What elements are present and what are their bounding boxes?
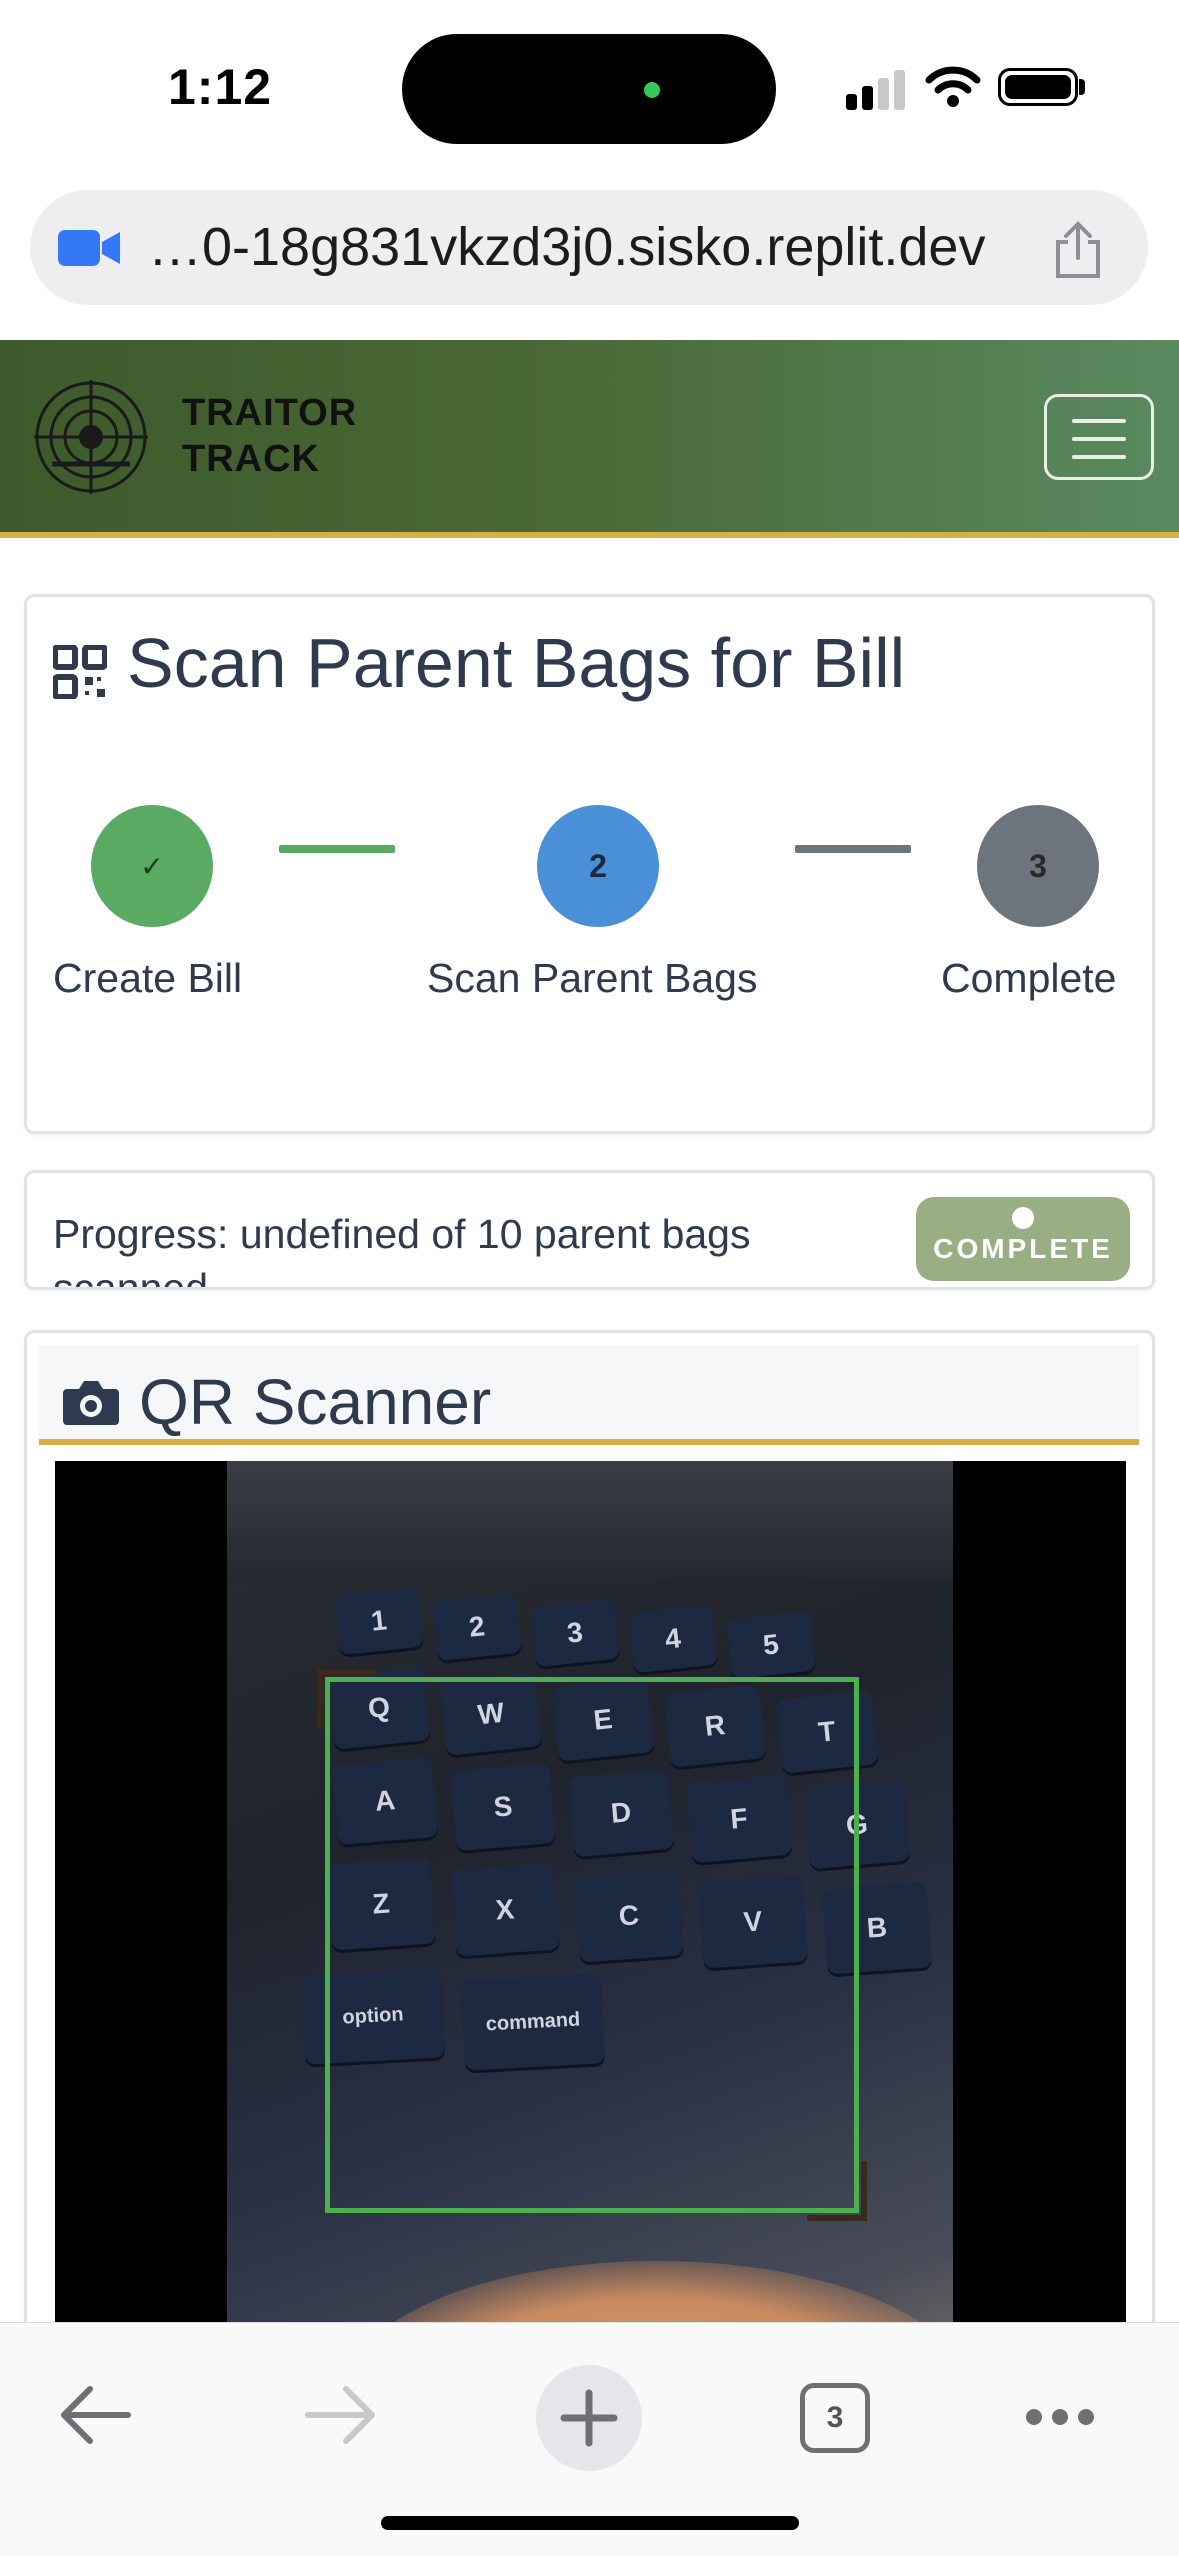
- address-bar[interactable]: …0-18g831vkzd3j0.sisko.replit.dev: [30, 190, 1148, 305]
- scan-corner-top-left: [317, 1669, 377, 1729]
- cellular-signal-icon: [846, 70, 906, 110]
- camera-active-indicator: [644, 82, 660, 98]
- step-2-active-marker: 2: [537, 805, 659, 927]
- step-connector-1: [279, 845, 395, 853]
- brand-name[interactable]: TRAITOR TRACK: [182, 390, 357, 482]
- tabs-count-button[interactable]: 3: [800, 2383, 870, 2453]
- step-connector-2: [795, 845, 911, 853]
- complete-button[interactable]: COMPLETE: [916, 1197, 1130, 1281]
- scanner-header: QR Scanner: [39, 1345, 1139, 1445]
- keyboard-key: 2: [432, 1592, 522, 1662]
- more-options-icon[interactable]: [1024, 2407, 1096, 2427]
- status-time: 1:12: [168, 59, 273, 115]
- complete-button-label: COMPLETE: [933, 1233, 1113, 1264]
- step-3-label: Complete: [941, 955, 1117, 1001]
- plus-icon: [560, 2389, 618, 2447]
- menu-toggle-button[interactable]: [1044, 394, 1154, 480]
- back-arrow-icon[interactable]: [58, 2385, 132, 2445]
- qr-scanner-card: QR Scanner 1 2 3 4 5 Q W E R T A S D F G Z X C V Boption com…: [24, 1330, 1155, 2430]
- forward-arrow-icon[interactable]: [304, 2385, 378, 2445]
- brand-line-1: TRAITOR: [182, 392, 358, 434]
- bill-steps-card: Scan Parent Bags for Bill ✓ 2 3 Create B…: [24, 594, 1155, 1134]
- status-bar: 1:12: [0, 0, 1179, 175]
- scanner-title: QR Scanner: [139, 1366, 492, 1438]
- check-circle-icon: [1012, 1207, 1034, 1229]
- new-tab-button[interactable]: [536, 2365, 642, 2471]
- share-icon[interactable]: [1052, 220, 1104, 280]
- step-1-done-marker: ✓: [91, 805, 213, 927]
- step-2-label: Scan Parent Bags: [427, 955, 758, 1001]
- scan-corner-bottom-right: [807, 2161, 867, 2221]
- dynamic-island: [402, 34, 776, 144]
- camera-icon: [63, 1381, 119, 1425]
- keyboard-key: 1: [334, 1586, 424, 1656]
- step-1-label: Create Bill: [53, 955, 243, 1001]
- battery-icon: [998, 68, 1078, 106]
- feed-surface: [227, 1461, 953, 1581]
- progress-card: Progress: undefined of 10 parent bags sc…: [24, 1170, 1155, 1290]
- keyboard-key: 4: [628, 1604, 718, 1674]
- camera-in-use-icon[interactable]: [58, 228, 120, 268]
- camera-preview[interactable]: 1 2 3 4 5 Q W E R T A S D F G Z X C V Boption command: [55, 1461, 1126, 2427]
- qrcode-icon: [53, 645, 107, 699]
- page-title: Scan Parent Bags for Bill: [127, 624, 906, 702]
- keyboard-key: 3: [530, 1598, 620, 1668]
- scan-target-frame: [325, 1677, 859, 2213]
- progress-text: Progress: undefined of 10 parent bags sc…: [53, 1211, 751, 1290]
- crosshair-logo-icon[interactable]: [32, 378, 150, 496]
- home-indicator: [381, 2516, 799, 2530]
- brand-line-2: TRACK: [182, 438, 320, 480]
- wifi-icon: [925, 66, 981, 107]
- step-3-pending-marker: 3: [977, 805, 1099, 927]
- keyboard-key: 5: [726, 1610, 816, 1680]
- url-text[interactable]: …0-18g831vkzd3j0.sisko.replit.dev: [148, 216, 985, 278]
- app-header: TRAITOR TRACK: [0, 340, 1179, 538]
